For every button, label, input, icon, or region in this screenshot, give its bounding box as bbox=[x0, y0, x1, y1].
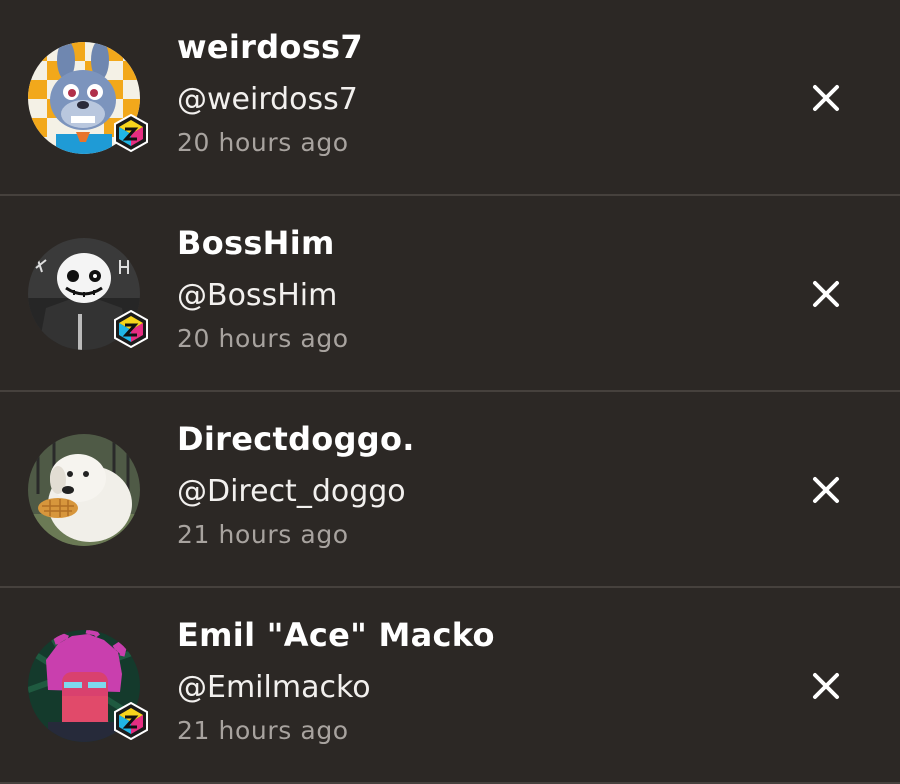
avatar[interactable] bbox=[28, 238, 148, 350]
notification-row[interactable]: weirdoss7 @weirdoss7 20 hours ago bbox=[0, 0, 900, 196]
avatar[interactable] bbox=[28, 630, 148, 742]
username-handle[interactable]: @BossHim bbox=[177, 278, 337, 313]
close-icon[interactable] bbox=[808, 668, 844, 704]
username-handle[interactable]: @Direct_doggo bbox=[177, 474, 406, 509]
timestamp: 20 hours ago bbox=[177, 128, 349, 157]
notification-list: weirdoss7 @weirdoss7 20 hours ago BossHi… bbox=[0, 0, 900, 784]
white-dog-avatar-icon bbox=[28, 434, 140, 546]
close-icon[interactable] bbox=[808, 472, 844, 508]
username-handle[interactable]: @weirdoss7 bbox=[177, 82, 358, 117]
timestamp: 21 hours ago bbox=[177, 716, 349, 745]
timestamp: 20 hours ago bbox=[177, 324, 349, 353]
notification-row[interactable]: Emil "Ace" Macko @Emilmacko 21 hours ago bbox=[0, 588, 900, 784]
avatar[interactable] bbox=[28, 42, 148, 154]
verified-badge-icon bbox=[114, 702, 148, 740]
avatar[interactable] bbox=[28, 434, 140, 546]
notification-row[interactable]: BossHim @BossHim 20 hours ago bbox=[0, 196, 900, 392]
username-handle[interactable]: @Emilmacko bbox=[177, 670, 371, 705]
timestamp: 21 hours ago bbox=[177, 520, 349, 549]
close-icon[interactable] bbox=[808, 276, 844, 312]
verified-badge-icon bbox=[114, 310, 148, 348]
verified-badge-icon bbox=[114, 114, 148, 152]
close-icon[interactable] bbox=[808, 80, 844, 116]
display-name[interactable]: Directdoggo. bbox=[177, 420, 415, 458]
display-name[interactable]: Emil "Ace" Macko bbox=[177, 616, 495, 654]
display-name[interactable]: weirdoss7 bbox=[177, 28, 363, 66]
display-name[interactable]: BossHim bbox=[177, 224, 335, 262]
notification-row[interactable]: Directdoggo. @Direct_doggo 21 hours ago bbox=[0, 392, 900, 588]
